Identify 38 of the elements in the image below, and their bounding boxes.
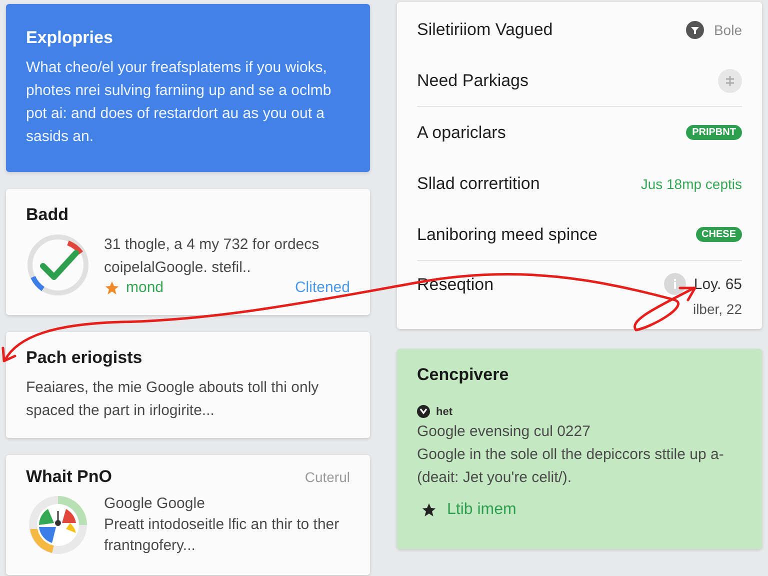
card-heading: Google Google <box>104 494 206 514</box>
card-title: Badd <box>26 205 70 225</box>
setting-label: A opariclars <box>417 122 506 142</box>
check-circle-icon <box>26 233 90 297</box>
card-title: Whait PnO <box>26 467 112 487</box>
source-icon <box>417 405 430 418</box>
setting-label: Siletiriiom Vagued <box>417 20 553 40</box>
filter-icon <box>686 20 704 38</box>
gauge-icon <box>26 493 90 557</box>
setting-note: Jus 18mp ceptis <box>640 176 742 192</box>
card-title: Cencpivere <box>417 365 510 385</box>
status-badge: PRIPBNT <box>686 125 742 140</box>
setting-label: Reseqtion <box>417 274 494 295</box>
note-text: Google in the sole oll the depiccors sttile up a-(deait: Jet you're celit/). <box>417 445 725 488</box>
card-title: Explopries <box>26 28 114 48</box>
card-link[interactable]: Clitened <box>294 279 350 296</box>
card-text: What cheo/el your freafsplatems if you wioks, photes nrei sulving farniing up and se a oclmb pot ai: and does of restardort au as you out a sasids an. <box>26 58 332 147</box>
card-meta: Cuterul <box>304 469 350 485</box>
setting-label: Sllad corrertition <box>417 174 540 194</box>
card-text: Preatt intodoseitle lfic an thir to ther frantngofery... <box>104 515 340 556</box>
note-action[interactable]: Ltib imem <box>447 501 516 519</box>
add-button[interactable] <box>718 68 742 92</box>
note-heading: Google evensing cul 0227 <box>417 422 592 442</box>
setting-value: Bole <box>714 22 742 38</box>
card-text: Feaiares, the mie Google abouts toll thi only spaced the part in irlogirite... <box>26 378 320 421</box>
status-tag: mond <box>126 279 164 296</box>
card-text: 31 thogle, a 4 my 732 for ordecs coipelalGoogle. stefil.. <box>104 235 320 278</box>
setting-label: Laniboring meed spince <box>417 224 598 244</box>
card-title: Pach eriogists <box>26 348 144 368</box>
reading-value: Loy. 65 <box>694 276 742 292</box>
setting-label: Need Parkiags <box>417 70 529 90</box>
source-label: het <box>436 406 452 418</box>
status-badge: CHESE <box>696 227 742 242</box>
plus-icon <box>724 74 736 86</box>
star-icon <box>421 502 437 518</box>
reading-detail: ilber, 22 <box>692 301 742 317</box>
info-icon <box>664 273 686 295</box>
star-icon <box>104 280 120 296</box>
